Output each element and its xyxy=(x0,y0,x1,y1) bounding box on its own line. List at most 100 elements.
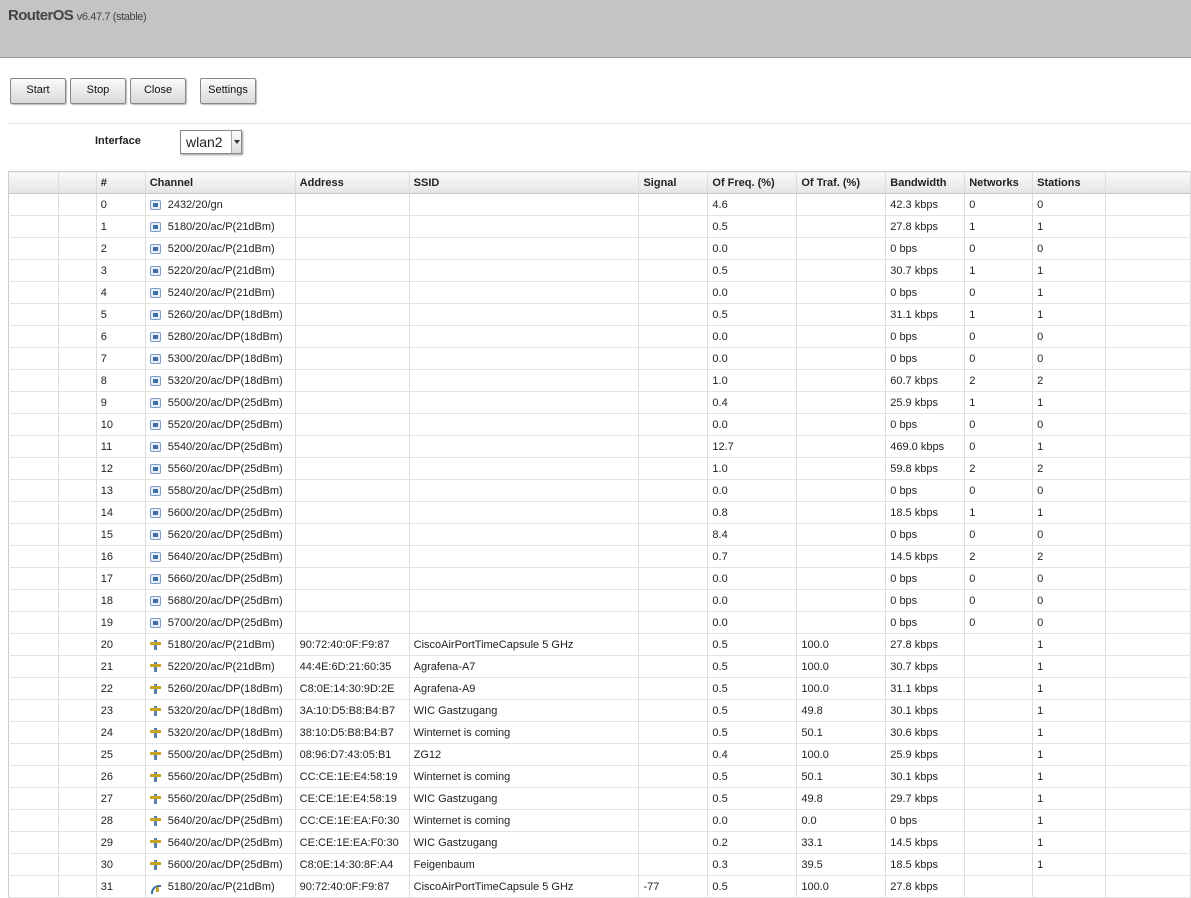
row-cell-blank xyxy=(8,413,59,436)
table-row[interactable]: 29 5640/20/ac/DP(25dBm) CE:CE:1E:EA:F0:30 W… xyxy=(8,831,1191,854)
row-of-traf xyxy=(796,457,887,480)
row-bandwidth: 59.8 kbps xyxy=(885,457,966,480)
table-row[interactable]: 7 5300/20/ac/DP(18dBm) 0.0 0 bps 0 0 xyxy=(8,347,1191,370)
table-row[interactable]: 24 5320/20/ac/DP(18dBm) 38:10:D5:B8:B4:B7 W… xyxy=(8,721,1191,744)
table-row[interactable]: 2 5200/20/ac/P(21dBm) 0.0 0 bps 0 0 xyxy=(8,237,1191,260)
row-bandwidth: 18.5 kbps xyxy=(885,501,966,524)
row-cell-blank xyxy=(58,457,97,480)
row-networks: 0 xyxy=(964,347,1034,370)
table-row[interactable]: 28 5640/20/ac/DP(25dBm) CC:CE:1E:EA:F0:30 W… xyxy=(8,809,1191,832)
start-button[interactable]: Start xyxy=(10,78,66,104)
table-row[interactable]: 13 5580/20/ac/DP(25dBm) 0.0 0 bps 0 0 xyxy=(8,479,1191,502)
row-cell-blank xyxy=(1105,699,1191,722)
table-row[interactable]: 20 5180/20/ac/P(21dBm) 90:72:40:0F:F9:87 Ci… xyxy=(8,633,1191,656)
row-cell-blank xyxy=(1105,875,1191,898)
row-of-freq: 0.0 xyxy=(707,325,798,348)
row-channel-text: 5220/20/ac/P(21dBm) xyxy=(167,660,275,673)
column-header-signal[interactable]: Signal xyxy=(638,171,709,194)
table-row[interactable]: 30 5600/20/ac/DP(25dBm) C8:0E:14:30:8F:A4 F… xyxy=(8,853,1191,876)
row-stations: 0 xyxy=(1032,589,1107,612)
settings-button[interactable]: Settings xyxy=(200,78,256,104)
row-cell-blank xyxy=(58,259,97,282)
scan-icon xyxy=(149,287,161,298)
table-row[interactable]: 25 5500/20/ac/DP(25dBm) 08:96:D7:43:05:B1 Z… xyxy=(8,743,1191,766)
column-header-number[interactable]: # xyxy=(96,171,146,194)
table-row[interactable]: 22 5260/20/ac/DP(18dBm) C8:0E:14:30:9D:2E A… xyxy=(8,677,1191,700)
column-header-stations[interactable]: Stations xyxy=(1032,171,1107,194)
row-networks: 0 xyxy=(964,479,1034,502)
row-channel: 5320/20/ac/DP(18dBm) xyxy=(145,721,296,744)
row-networks xyxy=(964,743,1034,766)
row-address: 3A:10:D5:B8:B4:B7 xyxy=(295,699,410,722)
table-row[interactable]: 1 5180/20/ac/P(21dBm) 0.5 27.8 kbps 1 1 xyxy=(8,215,1191,238)
stop-button[interactable]: Stop xyxy=(70,78,126,104)
table-row[interactable]: 19 5700/20/ac/DP(25dBm) 0.0 0 bps 0 0 xyxy=(8,611,1191,634)
row-channel-text: 5280/20/ac/DP(18dBm) xyxy=(167,330,283,343)
row-cell-blank xyxy=(1105,809,1191,832)
column-header-bandwidth[interactable]: Bandwidth xyxy=(885,171,966,194)
chevron-down-icon[interactable] xyxy=(231,131,241,153)
table-row[interactable]: 23 5320/20/ac/DP(18dBm) 3A:10:D5:B8:B4:B7 W… xyxy=(8,699,1191,722)
table-row[interactable]: 31 5180/20/ac/P(21dBm) 90:72:40:0F:F9:87 Ci… xyxy=(8,875,1191,898)
table-row[interactable]: 3 5220/20/ac/P(21dBm) 0.5 30.7 kbps 1 1 xyxy=(8,259,1191,282)
row-address xyxy=(295,545,410,568)
table-row[interactable]: 18 5680/20/ac/DP(25dBm) 0.0 0 bps 0 0 xyxy=(8,589,1191,612)
table-row[interactable]: 27 5560/20/ac/DP(25dBm) CE:CE:1E:E4:58:19 W… xyxy=(8,787,1191,810)
row-signal xyxy=(638,853,709,876)
row-of-freq: 4.6 xyxy=(707,193,798,216)
column-header-channel[interactable]: Channel xyxy=(145,171,296,194)
scan-icon xyxy=(149,573,161,584)
row-ssid xyxy=(409,237,640,260)
table-row[interactable]: 5 5260/20/ac/DP(18dBm) 0.5 31.1 kbps 1 1 xyxy=(8,303,1191,326)
row-cell-blank xyxy=(8,259,59,282)
column-header[interactable] xyxy=(1105,171,1191,194)
row-address xyxy=(295,347,410,370)
column-header[interactable] xyxy=(58,171,97,194)
row-number: 2 xyxy=(96,237,146,260)
row-of-traf xyxy=(796,435,887,458)
table-row[interactable]: 12 5560/20/ac/DP(25dBm) 1.0 59.8 kbps 2 2 xyxy=(8,457,1191,480)
table-row[interactable]: 16 5640/20/ac/DP(25dBm) 0.7 14.5 kbps 2 2 xyxy=(8,545,1191,568)
table-row[interactable]: 14 5600/20/ac/DP(25dBm) 0.8 18.5 kbps 1 1 xyxy=(8,501,1191,524)
row-signal xyxy=(638,457,709,480)
row-channel-text: 5220/20/ac/P(21dBm) xyxy=(167,264,275,277)
row-address xyxy=(295,303,410,326)
scan-icon xyxy=(149,551,161,562)
table-row[interactable]: 11 5540/20/ac/DP(25dBm) 12.7 469.0 kbps 0 1 xyxy=(8,435,1191,458)
row-channel-text: 5640/20/ac/DP(25dBm) xyxy=(167,814,283,827)
row-cell-blank xyxy=(58,853,97,876)
close-button[interactable]: Close xyxy=(130,78,186,104)
row-cell-blank xyxy=(1105,853,1191,876)
table-row[interactable]: 9 5500/20/ac/DP(25dBm) 0.4 25.9 kbps 1 1 xyxy=(8,391,1191,414)
table-row[interactable]: 10 5520/20/ac/DP(25dBm) 0.0 0 bps 0 0 xyxy=(8,413,1191,436)
app-version: v6.47.7 (stable) xyxy=(76,11,147,23)
table-row[interactable]: 15 5620/20/ac/DP(25dBm) 8.4 0 bps 0 0 xyxy=(8,523,1191,546)
row-address xyxy=(295,325,410,348)
table-row[interactable]: 0 2432/20/gn 4.6 42.3 kbps 0 0 xyxy=(8,193,1191,216)
table-row[interactable]: 4 5240/20/ac/P(21dBm) 0.0 0 bps 0 1 xyxy=(8,281,1191,304)
row-networks xyxy=(964,699,1034,722)
scan-icon xyxy=(149,331,161,342)
column-header-address[interactable]: Address xyxy=(295,171,410,194)
row-networks: 0 xyxy=(964,325,1034,348)
row-bandwidth: 30.1 kbps xyxy=(885,765,966,788)
row-of-freq: 0.0 xyxy=(707,611,798,634)
interface-select[interactable]: wlan2 xyxy=(180,130,242,154)
column-header-ssid[interactable]: SSID xyxy=(409,171,640,194)
table-row[interactable]: 26 5560/20/ac/DP(25dBm) CC:CE:1E:E4:58:19 W… xyxy=(8,765,1191,788)
row-channel-text: 5180/20/ac/P(21dBm) xyxy=(167,880,275,893)
row-bandwidth: 0 bps xyxy=(885,413,966,436)
table-row[interactable]: 21 5220/20/ac/P(21dBm) 44:4E:6D:21:60:35 Ag… xyxy=(8,655,1191,678)
column-header[interactable] xyxy=(8,171,59,194)
table-row[interactable]: 17 5660/20/ac/DP(25dBm) 0.0 0 bps 0 0 xyxy=(8,567,1191,590)
table-row[interactable]: 8 5320/20/ac/DP(18dBm) 1.0 60.7 kbps 2 2 xyxy=(8,369,1191,392)
row-stations xyxy=(1032,875,1107,898)
column-header-of-traf[interactable]: Of Traf. (%) xyxy=(796,171,887,194)
row-stations: 1 xyxy=(1032,831,1107,854)
column-header-networks[interactable]: Networks xyxy=(964,171,1034,194)
row-cell-blank xyxy=(8,215,59,238)
row-number: 7 xyxy=(96,347,146,370)
row-channel-text: 5200/20/ac/P(21dBm) xyxy=(167,242,275,255)
table-row[interactable]: 6 5280/20/ac/DP(18dBm) 0.0 0 bps 0 0 xyxy=(8,325,1191,348)
column-header-of-freq[interactable]: Of Freq. (%) xyxy=(707,171,798,194)
